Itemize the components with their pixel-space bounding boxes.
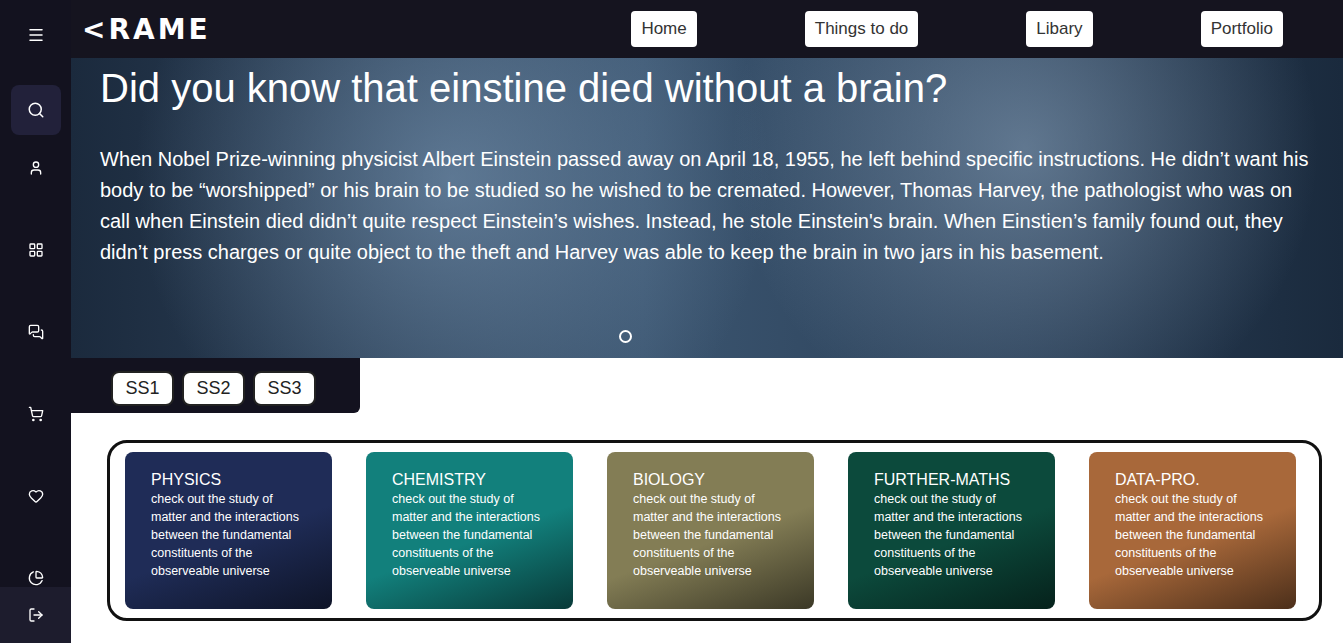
hero-title: Did you know that einstine died without … xyxy=(100,64,1313,112)
sidebar-item[interactable] xyxy=(16,242,56,258)
subject-card[interactable]: FURTHER-MATHScheck out the study of matt… xyxy=(848,452,1055,609)
subject-text: check out the study of matter and the in… xyxy=(874,490,1034,580)
sidebar xyxy=(0,0,71,643)
subject-text: check out the study of matter and the in… xyxy=(1115,490,1275,580)
nav-button[interactable]: Home xyxy=(631,11,696,47)
subject-title: PHYSICS xyxy=(151,470,320,490)
sidebar-list xyxy=(16,135,56,587)
messages-icon[interactable] xyxy=(28,324,44,340)
sidebar-item[interactable] xyxy=(16,406,56,422)
content: PHYSICScheck out the study of matter and… xyxy=(71,413,1343,643)
subject-title: CHEMISTRY xyxy=(392,470,561,490)
carousel-dot[interactable] xyxy=(619,330,632,343)
subject-title: DATA-PRO. xyxy=(1115,470,1284,490)
grid-icon[interactable] xyxy=(28,242,44,258)
subject-card[interactable]: PHYSICScheck out the study of matter and… xyxy=(125,452,332,609)
menu-button[interactable] xyxy=(27,0,45,70)
hero-text: When Nobel Prize-winning physicist Alber… xyxy=(100,144,1313,268)
search-icon[interactable] xyxy=(27,101,45,119)
pie-chart-icon[interactable] xyxy=(28,570,44,586)
nav-button[interactable]: Libary xyxy=(1026,11,1092,47)
subject-card[interactable]: CHEMISTRYcheck out the study of matter a… xyxy=(366,452,573,609)
subject-title: FURTHER-MATHS xyxy=(874,470,1043,490)
sidebar-item[interactable] xyxy=(11,85,61,135)
level-tab[interactable]: SS2 xyxy=(182,371,245,406)
logout-button[interactable] xyxy=(0,587,71,643)
sidebar-item[interactable] xyxy=(16,324,56,340)
logout-icon[interactable] xyxy=(28,607,44,623)
main: <RAME Home Things to do Libary Portfolio Did … xyxy=(71,0,1343,643)
level-tabs: SS1SS2SS3 xyxy=(71,358,360,413)
nav-button[interactable]: Portfolio xyxy=(1201,11,1283,47)
hero-banner: Did you know that einstine died without … xyxy=(71,58,1343,358)
menu-icon[interactable] xyxy=(27,26,45,44)
app: <RAME Home Things to do Libary Portfolio Did … xyxy=(0,0,1343,643)
level-tab[interactable]: SS3 xyxy=(253,371,316,406)
subject-list: PHYSICScheck out the study of matter and… xyxy=(107,440,1322,621)
level-row: SS1SS2SS3 xyxy=(71,358,1343,413)
top-bar: <RAME Home Things to do Libary Portfolio xyxy=(71,0,1343,58)
subject-text: check out the study of matter and the in… xyxy=(151,490,311,580)
cart-icon[interactable] xyxy=(28,406,44,422)
subject-text: check out the study of matter and the in… xyxy=(633,490,793,580)
sidebar-item[interactable] xyxy=(16,488,56,504)
subject-title: BIOLOGY xyxy=(633,470,802,490)
logo[interactable]: <RAME xyxy=(82,13,211,46)
nav: Home Things to do Libary Portfolio xyxy=(631,11,1283,47)
level-tab[interactable]: SS1 xyxy=(111,371,174,406)
nav-button[interactable]: Things to do xyxy=(805,11,919,47)
subject-text: check out the study of matter and the in… xyxy=(392,490,552,580)
sidebar-item[interactable] xyxy=(16,160,56,176)
sidebar-item[interactable] xyxy=(16,570,56,586)
subject-card[interactable]: BIOLOGYcheck out the study of matter and… xyxy=(607,452,814,609)
subject-card[interactable]: DATA-PRO.check out the study of matter a… xyxy=(1089,452,1296,609)
heart-icon[interactable] xyxy=(28,488,44,504)
user-icon[interactable] xyxy=(28,160,44,176)
